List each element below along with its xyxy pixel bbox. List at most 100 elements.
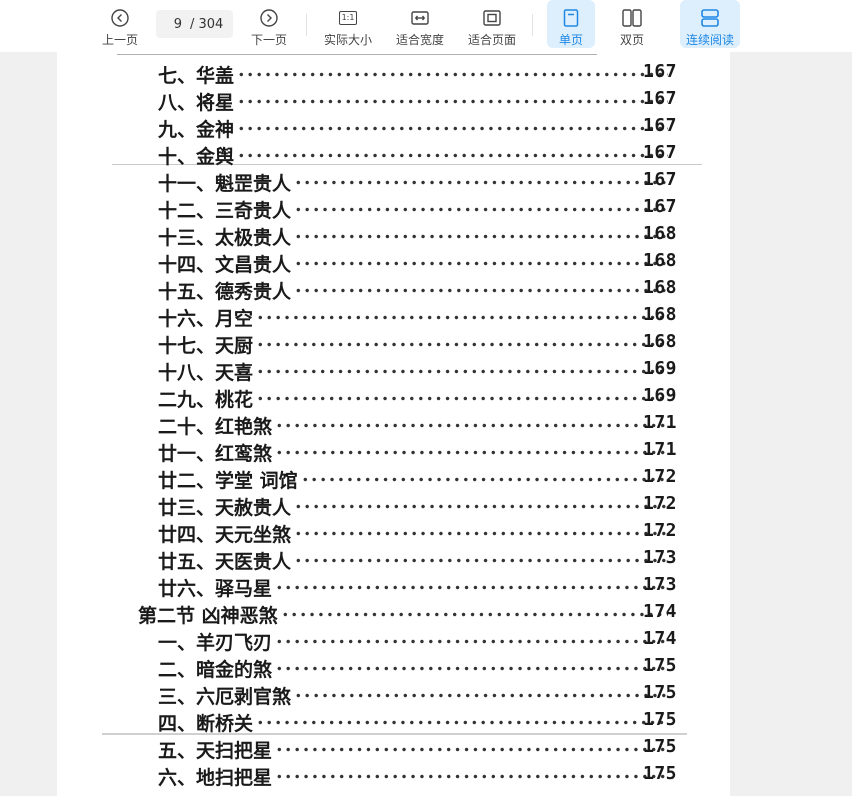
single-page-icon [563, 7, 579, 29]
toc-entry-page: 175 [642, 763, 677, 784]
toc-entry[interactable]: 十四、文昌贵人.................................… [57, 248, 730, 277]
toc-entry-page: 168 [642, 223, 677, 244]
toc-entry[interactable]: 六、地扫把星..................................… [57, 761, 730, 790]
toc-entry[interactable]: 十八、天喜...................................… [57, 356, 730, 385]
toc-entry[interactable]: 廿三、天赦贵人.................................… [57, 491, 730, 520]
toc-entry[interactable]: 十二、三奇贵人.................................… [57, 194, 730, 223]
toc-leader-dots: ........................................… [276, 437, 668, 459]
continuous-reading-button[interactable]: 连续阅读 [680, 0, 740, 48]
toc-leader-dots: ........................................… [276, 761, 668, 783]
toc-entry[interactable]: 十六、月空...................................… [57, 302, 730, 331]
fit-page-label: 适合页面 [467, 33, 516, 47]
toc-entry-page: 173 [642, 547, 677, 568]
toolbar-divider [306, 14, 307, 36]
toc-entry[interactable]: 廿二、学堂 词馆................................… [57, 464, 730, 493]
page-number-input[interactable] [156, 16, 182, 32]
toc-entry[interactable]: 二、暗金的煞..................................… [57, 653, 730, 682]
toc-leader-dots: ........................................… [276, 653, 668, 675]
toolbar-divider [532, 14, 533, 36]
prev-page-button[interactable]: 上一页 [98, 0, 142, 48]
toc-leader-dots: ........................................… [295, 248, 668, 270]
toc-entry[interactable]: 八、将星....................................… [57, 86, 730, 115]
toc-entry-title: 十六、月空 [158, 308, 254, 330]
toc-entry[interactable]: 十五、德秀贵人.................................… [57, 275, 730, 304]
toc-entry[interactable]: 十七、天厨...................................… [57, 329, 730, 358]
toc-entry-title: 二九、桃花 [158, 389, 254, 411]
toc-entry-page: 167 [642, 88, 677, 109]
toc-entry[interactable]: 七、华盖....................................… [57, 59, 730, 88]
toc-entry-title: 十五、德秀贵人 [158, 281, 292, 303]
toc-entry[interactable]: 九、金神....................................… [57, 113, 730, 142]
toc-entry[interactable]: 二九、桃花...................................… [57, 383, 730, 412]
toc-entry-page: 175 [642, 655, 677, 676]
next-page-button[interactable]: 下一页 [247, 0, 291, 48]
toc-section-heading[interactable]: 第二节 凶神恶煞................................… [57, 599, 730, 628]
single-page-button[interactable]: 单页 [547, 0, 595, 48]
toc-entry-title: 十八、天喜 [158, 362, 254, 384]
toc-entry-page: 171 [642, 439, 677, 460]
toc-leader-dots: ........................................… [276, 734, 668, 756]
fit-width-button[interactable]: 适合宽度 [394, 0, 446, 48]
toc-entry-title: 八、将星 [158, 92, 235, 114]
toc-entry[interactable]: 一、羊刃飞刃..................................… [57, 626, 730, 655]
actual-size-label: 实际大小 [323, 33, 372, 47]
toc-leader-dots: ........................................… [238, 140, 668, 162]
toc-entry-page: 168 [642, 304, 677, 325]
toc-entry-page: 175 [642, 736, 677, 757]
actual-size-icon: 1:1 [339, 7, 357, 29]
single-page-label: 单页 [558, 33, 583, 47]
toc-entry[interactable]: 廿一、红鸾煞..................................… [57, 437, 730, 466]
toc-entry-title: 十二、三奇贵人 [158, 200, 292, 222]
toc-entry-page: 168 [642, 331, 677, 352]
toc-entry-title: 二十、红艳煞 [158, 416, 273, 438]
toc-entry-page: 167 [642, 142, 677, 163]
page-total: / 304 [190, 16, 224, 32]
toc-entry-title: 第二节 凶神恶煞 [138, 605, 278, 627]
toc-entry-page: 172 [642, 520, 677, 541]
toc-leader-dots: ........................................… [276, 626, 668, 648]
double-page-button[interactable]: 双页 [608, 0, 656, 48]
toc-entry[interactable]: 十、金舆....................................… [57, 140, 730, 169]
toc-entry[interactable]: 四、断桥关...................................… [57, 707, 730, 736]
toc-entry[interactable]: 廿四、天元坐煞.................................… [57, 518, 730, 547]
toc-entry-title: 十、金舆 [158, 146, 235, 168]
fit-width-icon [411, 7, 429, 29]
double-page-icon [622, 7, 642, 29]
toc-entry[interactable]: 二十、红艳煞..................................… [57, 410, 730, 439]
toc-entry-title: 一、羊刃飞刃 [158, 632, 273, 654]
fit-width-label: 适合宽度 [395, 33, 444, 47]
toc-entry-page: 169 [642, 385, 677, 406]
toc-leader-dots: ........................................… [295, 167, 668, 189]
toc-entry[interactable]: 十三、太极贵人.................................… [57, 221, 730, 250]
toc-leader-dots: ........................................… [295, 518, 668, 540]
continuous-reading-icon [701, 7, 719, 29]
toc-entry-page: 174 [642, 601, 677, 622]
toc-leader-dots: ........................................… [295, 680, 668, 702]
toc-leader-dots: ........................................… [276, 410, 668, 432]
toc-entry[interactable]: 廿五、天医贵人.................................… [57, 545, 730, 574]
toc-entry-page: 167 [642, 61, 677, 82]
fit-page-button[interactable]: 适合页面 [466, 0, 518, 48]
toc-entry-title: 十三、太极贵人 [158, 227, 292, 249]
actual-size-button[interactable]: 1:1 实际大小 [322, 0, 374, 48]
toc-leader-dots: ........................................… [238, 113, 668, 135]
toc-leader-dots: ........................................… [238, 86, 668, 108]
toc-leader-dots: ........................................… [257, 707, 668, 729]
toc-leader-dots: ........................................… [295, 194, 668, 216]
toc-entry-page: 174 [642, 628, 677, 649]
toc-leader-dots: ........................................… [302, 464, 668, 486]
toc-leader-dots: ........................................… [257, 302, 668, 324]
toc-entry-page: 169 [642, 358, 677, 379]
toc-entry-title: 廿一、红鸾煞 [158, 443, 273, 465]
toc-entry[interactable]: 十一、魁罡贵人.................................… [57, 167, 730, 196]
toc-entry-title: 三、六厄剥官煞 [158, 686, 292, 708]
toc-entry[interactable]: 三、六厄剥官煞.................................… [57, 680, 730, 709]
toc-entry-title: 七、华盖 [158, 65, 235, 87]
toc-entry-page: 175 [642, 682, 677, 703]
toc-entry-title: 十四、文昌贵人 [158, 254, 292, 276]
toc-entry[interactable]: 五、天扫把星..................................… [57, 734, 730, 763]
toc-leader-dots: ........................................… [295, 221, 668, 243]
toc-entry[interactable]: 廿六、驿马星..................................… [57, 572, 730, 601]
toc-leader-dots: ........................................… [295, 545, 668, 567]
toc-entry-page: 173 [642, 574, 677, 595]
